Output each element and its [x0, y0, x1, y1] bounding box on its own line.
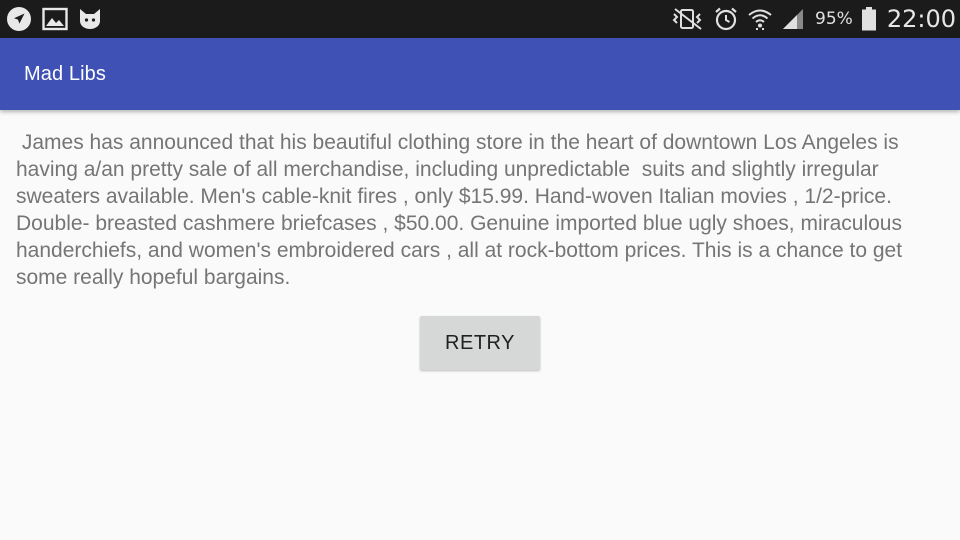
battery-icon	[861, 6, 877, 32]
status-bar: 95% 22:00	[0, 0, 960, 38]
story-text: James has announced that his beautiful c…	[16, 131, 914, 289]
notification-icons	[6, 6, 102, 32]
signal-icon	[781, 7, 805, 31]
app-title: Mad Libs	[24, 63, 106, 85]
retry-button[interactable]: RETRY	[420, 316, 540, 370]
cat-icon	[78, 7, 102, 31]
alarm-icon	[713, 6, 739, 32]
clock: 22:00	[886, 5, 956, 33]
navigation-icon	[6, 6, 32, 32]
vibrate-icon	[671, 7, 705, 31]
system-icons: 95% 22:00	[671, 0, 956, 38]
image-icon	[42, 7, 68, 31]
wifi-icon	[747, 6, 773, 32]
battery-percent: 95%	[815, 9, 853, 29]
app-bar: Mad Libs	[0, 38, 960, 110]
